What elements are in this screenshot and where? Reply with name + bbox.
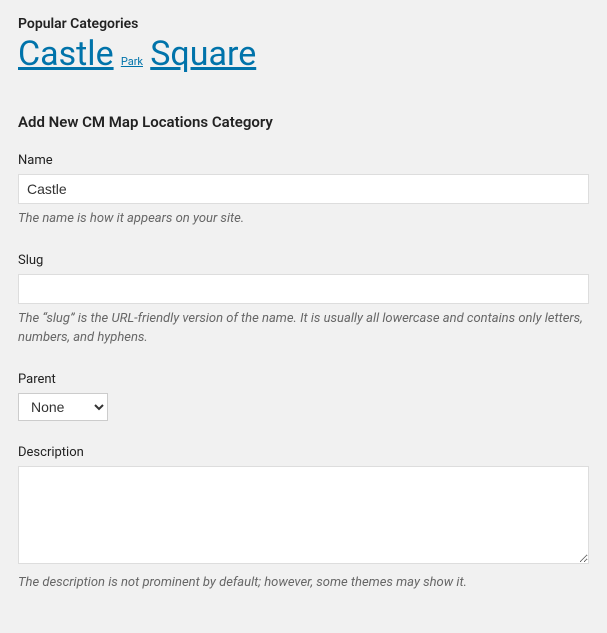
parent-label: Parent bbox=[18, 372, 589, 387]
slug-label: Slug bbox=[18, 253, 589, 268]
popular-categories-heading: Popular Categories bbox=[18, 16, 589, 32]
description-help: The description is not prominent by defa… bbox=[18, 574, 589, 593]
add-new-category-heading: Add New CM Map Locations Category bbox=[18, 113, 589, 131]
slug-help: The “slug” is the URL-friendly version o… bbox=[18, 310, 589, 348]
field-description: Description The description is not promi… bbox=[18, 445, 589, 593]
parent-select[interactable]: None bbox=[18, 393, 108, 421]
name-input[interactable] bbox=[18, 174, 589, 204]
description-label: Description bbox=[18, 445, 589, 460]
slug-input[interactable] bbox=[18, 274, 589, 304]
name-help: The name is how it appears on your site. bbox=[18, 210, 589, 229]
name-label: Name bbox=[18, 153, 589, 168]
tag-link-park[interactable]: Park bbox=[121, 55, 143, 68]
tag-link-castle[interactable]: Castle bbox=[18, 34, 114, 74]
field-slug: Slug The “slug” is the URL-friendly vers… bbox=[18, 253, 589, 348]
field-parent: Parent None bbox=[18, 372, 589, 421]
description-textarea[interactable] bbox=[18, 466, 589, 564]
tag-cloud: Castle Park Square bbox=[18, 36, 589, 73]
field-name: Name The name is how it appears on your … bbox=[18, 153, 589, 229]
tag-link-square[interactable]: Square bbox=[150, 34, 256, 74]
